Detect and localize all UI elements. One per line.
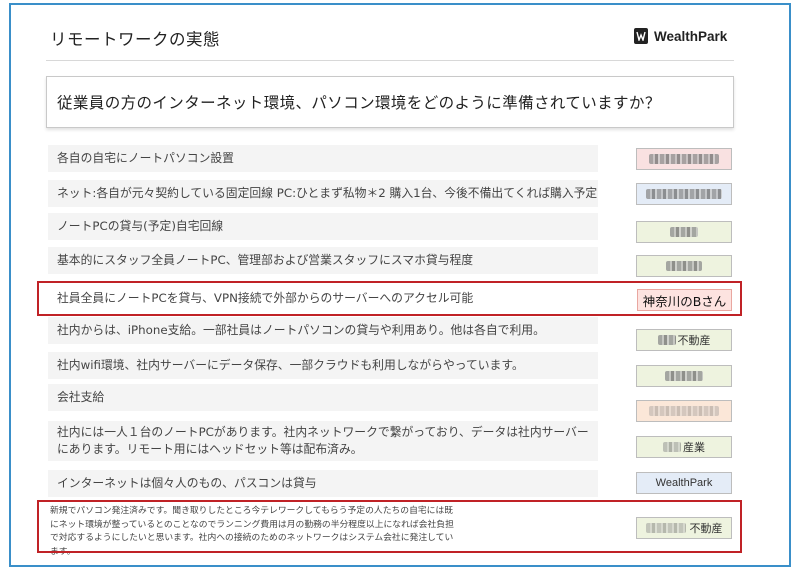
answer-row-8: 会社支給: [48, 384, 598, 411]
tag-label: WealthPark: [655, 477, 713, 489]
answer-row-9: 社内には一人１台のノートPCがあります。社内ネットワークで繋がっており、データは…: [48, 421, 598, 461]
respondent-tag-9: 産業: [636, 436, 732, 458]
answer-row-5: 社員全員にノートPCを貸与、VPN接続で外部からのサーバーへのアクセル可能: [48, 286, 598, 310]
answer-text: 会社支給: [57, 390, 105, 404]
redacted-name: [663, 442, 681, 452]
redacted-name: [649, 154, 719, 164]
redacted-name: [670, 227, 698, 237]
redacted-name: [645, 523, 686, 533]
question-text: 従業員の方のインターネット環境、パソコン環境をどのように準備されていますか？: [57, 94, 661, 112]
answer-row-4: 基本的にスタッフ全員ノートPC、管理部および営業スタッフにスマホ貸与程度: [48, 247, 598, 274]
answer-text: 社内からは、iPhone支給。一部社員はノートパソコンの貸与や利用あり。他は各自…: [57, 323, 545, 337]
wealthpark-logo-icon: [634, 28, 648, 44]
question-box: 従業員の方のインターネット環境、パソコン環境をどのように準備されていますか？: [46, 76, 734, 128]
respondent-tag-note: 不動産: [636, 517, 732, 539]
redacted-name: [666, 261, 702, 271]
answer-row-1: 各自の自宅にノートパソコン設置: [48, 145, 598, 172]
respondent-tag-3: [636, 221, 732, 243]
tag-label: 産業: [683, 441, 705, 454]
respondent-tag-4: [636, 255, 732, 277]
respondent-callout: 神奈川のBさん: [637, 289, 732, 311]
answer-text: ノートPCの貸与(予定)自宅回線: [57, 219, 224, 233]
respondent-tag-6: 不動産: [636, 329, 732, 351]
redacted-name: [657, 335, 676, 345]
answer-text: インターネットは個々人のもの、パスコンは貸与: [57, 476, 317, 490]
answer-row-6: 社内からは、iPhone支給。一部社員はノートパソコンの貸与や利用あり。他は各自…: [48, 317, 598, 344]
answer-row-7: 社内wifi環境、社内サーバーにデータ保存、一部クラウドも利用しながらやっていま…: [48, 352, 598, 379]
answer-row-3: ノートPCの貸与(予定)自宅回線: [48, 213, 598, 240]
answer-text: 社内wifi環境、社内サーバーにデータ保存、一部クラウドも利用しながらやっていま…: [57, 358, 524, 372]
answer-text: 基本的にスタッフ全員ノートPC、管理部および営業スタッフにスマホ貸与程度: [57, 253, 474, 267]
redacted-name: [665, 371, 703, 381]
page-title: リモートワークの実態: [50, 30, 220, 49]
redacted-name: [649, 406, 719, 416]
answer-text: 各自の自宅にノートパソコン設置: [57, 151, 234, 165]
answer-row-10: インターネットは個々人のもの、パスコンは貸与: [48, 470, 598, 497]
respondent-tag-7: [636, 365, 732, 387]
logo-text: WealthPark: [654, 28, 728, 44]
answer-text: ネット:各自が元々契約している固定回線 PC:ひとまず私物＊2 購入1台、今後不…: [57, 186, 598, 200]
answer-row-2: ネット:各自が元々契約している固定回線 PC:ひとまず私物＊2 購入1台、今後不…: [48, 180, 598, 207]
header-divider: [46, 60, 734, 61]
respondent-tag-10: WealthPark: [636, 472, 732, 494]
respondent-tag-2: [636, 183, 732, 205]
answer-text: 社内には一人１台のノートPCがあります。社内ネットワークで繋がっており、データは…: [57, 425, 589, 456]
respondent-tag-1: [636, 148, 732, 170]
tag-label: 不動産: [689, 522, 723, 535]
wealthpark-logo: WealthPark: [634, 28, 727, 44]
redacted-name: [646, 189, 722, 199]
answer-text: 社員全員にノートPCを貸与、VPN接続で外部からのサーバーへのアクセル可能: [57, 290, 474, 305]
note-text: 新規でパソコン発注済みです。聞き取りしたところ今テレワークしてもらう予定の人たち…: [50, 506, 454, 557]
respondent-tag-8: [636, 400, 732, 422]
tag-label: 不動産: [677, 334, 711, 347]
